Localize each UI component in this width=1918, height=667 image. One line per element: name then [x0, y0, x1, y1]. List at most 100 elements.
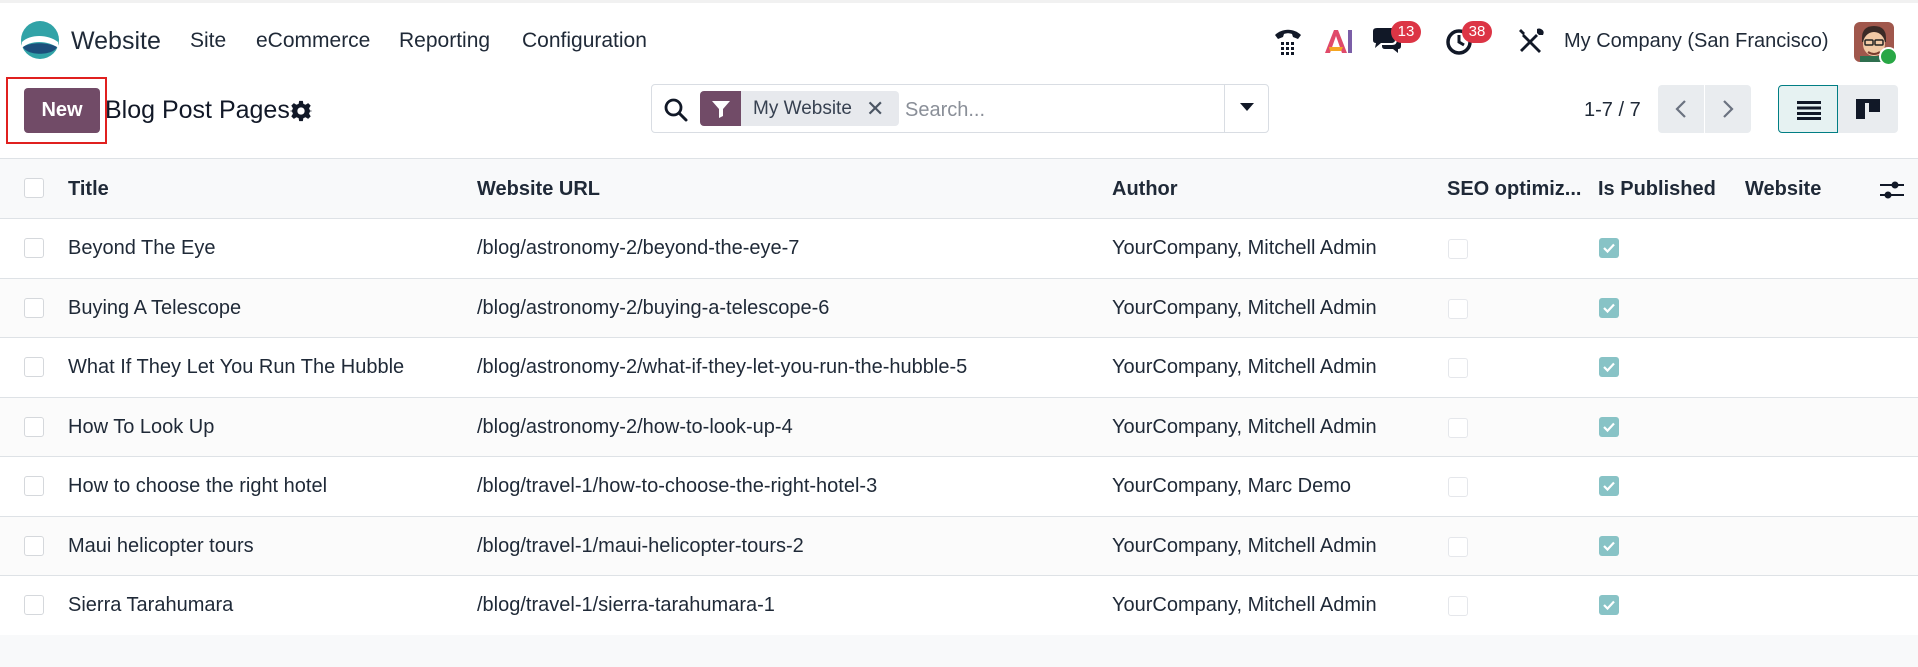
column-header-title[interactable]: Title: [68, 178, 109, 201]
check-icon: [1603, 541, 1615, 551]
cell-website-url: /blog/travel-1/sierra-tarahumara-1: [477, 594, 775, 616]
select-all-checkbox[interactable]: [24, 178, 44, 198]
cell-author: YourCompany, Mitchell Admin: [1112, 594, 1377, 616]
search-divider: [1224, 85, 1225, 132]
list-table: Title Website URL Author SEO optimiz... …: [0, 158, 1918, 636]
check-icon: [1603, 422, 1615, 432]
table-header: Title Website URL Author SEO optimiz... …: [0, 158, 1918, 219]
gear-icon[interactable]: [290, 100, 312, 122]
phone-icon[interactable]: [1272, 25, 1304, 57]
is-published-checkbox[interactable]: [1599, 535, 1619, 556]
table-body: Beyond The Eye/blog/astronomy-2/beyond-t…: [0, 219, 1918, 636]
table-row[interactable]: Sierra Tarahumara/blog/travel-1/sierra-t…: [0, 576, 1918, 636]
seo-optimized-checkbox[interactable]: [1448, 239, 1468, 259]
cell-title: Buying A Telescope: [68, 296, 242, 319]
page-title: Blog Post Pages: [105, 96, 290, 124]
column-header-seo-optimized[interactable]: SEO optimiz...: [1447, 178, 1581, 201]
seo-optimized-checkbox[interactable]: [1448, 358, 1468, 378]
list-view-button[interactable]: [1778, 85, 1838, 133]
menu-ecommerce[interactable]: eCommerce: [256, 29, 370, 53]
cell-title: Maui helicopter tours: [68, 534, 254, 557]
seo-optimized-checkbox[interactable]: [1448, 477, 1468, 497]
check-icon: [1603, 481, 1615, 492]
app-name[interactable]: Website: [71, 27, 161, 56]
menu-reporting[interactable]: Reporting: [399, 29, 490, 53]
filter-icon: [712, 101, 730, 118]
is-published-checkbox[interactable]: [1599, 595, 1619, 615]
list-view-icon: [1797, 101, 1821, 120]
kanban-view-button[interactable]: [1838, 85, 1898, 133]
cell-website-url: /blog/astronomy-2/what-if-they-let-you-r…: [477, 356, 968, 378]
messages-count-badge: 13: [1391, 21, 1421, 43]
search-options-toggle-chevron-down-icon[interactable]: [1240, 103, 1254, 111]
table-row[interactable]: What If They Let You Run The Hubble/blog…: [0, 338, 1918, 398]
table-row[interactable]: Beyond The Eye/blog/astronomy-2/beyond-t…: [0, 219, 1918, 279]
cell-title: How To Look Up: [68, 415, 215, 438]
row-select-checkbox[interactable]: [24, 357, 44, 377]
check-icon: [1603, 303, 1615, 313]
seo-optimized-checkbox[interactable]: [1448, 417, 1468, 438]
activities-count-badge: 38: [1462, 21, 1492, 43]
table-row[interactable]: How To Look Up/blog/astronomy-2/how-to-l…: [0, 397, 1918, 457]
website-app-logo-icon[interactable]: [20, 20, 60, 60]
cell-title: Sierra Tarahumara: [68, 594, 234, 616]
is-published-checkbox[interactable]: [1599, 416, 1619, 437]
company-switcher[interactable]: My Company (San Francisco): [1564, 30, 1829, 53]
row-select-checkbox[interactable]: [24, 297, 44, 318]
kanban-view-icon: [1856, 99, 1880, 119]
chevron-left-icon: [1675, 100, 1686, 118]
table-row[interactable]: Maui helicopter tours/blog/travel-1/maui…: [0, 516, 1918, 576]
search-facet-label: My Website: [753, 98, 852, 119]
menu-configuration[interactable]: Configuration: [522, 29, 647, 53]
is-published-checkbox[interactable]: [1599, 238, 1619, 258]
search-icon[interactable]: [663, 97, 689, 123]
online-status-indicator: [1879, 47, 1898, 66]
is-published-checkbox[interactable]: [1599, 357, 1619, 377]
filter-facet-icon-box: [700, 91, 741, 126]
column-header-author[interactable]: Author: [1112, 178, 1178, 201]
seo-optimized-checkbox[interactable]: [1448, 536, 1468, 557]
optional-columns-sliders-icon[interactable]: [1880, 180, 1904, 200]
menu-site[interactable]: Site: [190, 29, 226, 53]
check-icon: [1603, 243, 1615, 254]
pager-value[interactable]: 1-7 / 7: [1584, 99, 1641, 122]
ai-icon[interactable]: [1321, 25, 1353, 57]
cell-author: YourCompany, Mitchell Admin: [1112, 415, 1377, 438]
cell-author: YourCompany, Mitchell Admin: [1112, 534, 1377, 557]
column-header-is-published[interactable]: Is Published: [1598, 178, 1716, 201]
row-select-checkbox[interactable]: [24, 595, 44, 615]
row-select-checkbox[interactable]: [24, 238, 44, 258]
tools-icon[interactable]: [1515, 25, 1547, 57]
cell-website-url: /blog/astronomy-2/beyond-the-eye-7: [477, 237, 800, 259]
column-header-website-url[interactable]: Website URL: [477, 178, 600, 201]
top-navbar: Website Site eCommerce Reporting Configu…: [0, 0, 1918, 78]
check-icon: [1603, 600, 1615, 611]
seo-optimized-checkbox[interactable]: [1448, 298, 1468, 319]
cell-author: YourCompany, Mitchell Admin: [1112, 296, 1377, 319]
table-row[interactable]: Buying A Telescope/blog/astronomy-2/buyi…: [0, 278, 1918, 338]
seo-optimized-checkbox[interactable]: [1448, 596, 1468, 616]
cell-website-url: /blog/astronomy-2/how-to-look-up-4: [477, 415, 793, 438]
is-published-checkbox[interactable]: [1599, 476, 1619, 496]
empty-list-area: [0, 635, 1918, 667]
cell-title: Beyond The Eye: [68, 237, 216, 259]
row-select-checkbox[interactable]: [24, 476, 44, 496]
pager-previous-button[interactable]: [1658, 85, 1704, 133]
cell-website-url: /blog/travel-1/maui-helicopter-tours-2: [477, 534, 804, 557]
cell-website-url: /blog/travel-1/how-to-choose-the-right-h…: [477, 475, 878, 497]
cell-author: YourCompany, Mitchell Admin: [1112, 237, 1377, 259]
row-select-checkbox[interactable]: [24, 416, 44, 437]
new-button[interactable]: New: [24, 88, 100, 133]
row-select-checkbox[interactable]: [24, 535, 44, 556]
search-input[interactable]: [903, 92, 1227, 128]
is-published-checkbox[interactable]: [1599, 297, 1619, 318]
remove-facet-close-icon[interactable]: ✕: [866, 96, 884, 122]
cell-website-url: /blog/astronomy-2/buying-a-telescope-6: [477, 296, 830, 319]
column-header-website[interactable]: Website: [1745, 178, 1821, 201]
cell-author: YourCompany, Marc Demo: [1112, 475, 1351, 497]
table-row[interactable]: How to choose the right hotel/blog/trave…: [0, 457, 1918, 517]
cell-author: YourCompany, Mitchell Admin: [1112, 356, 1377, 378]
chevron-right-icon: [1723, 100, 1734, 118]
pager-next-button[interactable]: [1705, 85, 1751, 133]
check-icon: [1603, 362, 1615, 373]
